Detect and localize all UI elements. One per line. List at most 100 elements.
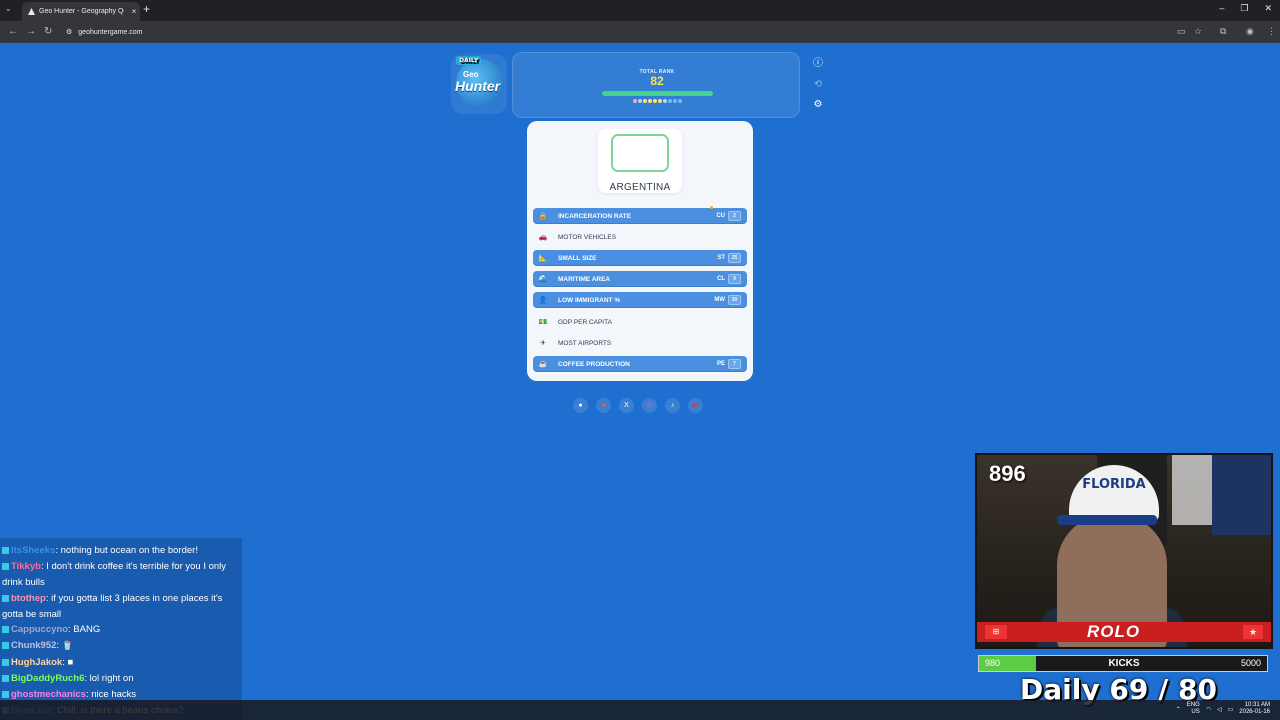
reddit-icon[interactable]: ● xyxy=(596,398,611,413)
hat-logo-text: FLORIDA xyxy=(1082,477,1146,492)
chat-text: : nice hacks xyxy=(85,689,137,700)
tray-chevron-icon[interactable]: ⌃ xyxy=(1176,706,1181,713)
category-row[interactable]: ✈ MOST AIRPORTS xyxy=(533,335,747,351)
category-rank-score: 30 xyxy=(728,295,741,305)
chat-message: Tikkyb: I don't drink coffee it's terrib… xyxy=(2,559,240,590)
category-icon: 👤 xyxy=(538,297,548,304)
clock[interactable]: 10:31 AM 2026-01-16 xyxy=(1239,702,1270,716)
forward-icon[interactable]: → xyxy=(26,26,36,37)
chat-badge-icon xyxy=(2,690,9,698)
reload-icon[interactable]: ↻ xyxy=(44,26,52,37)
chat-text: : nothing but ocean on the border! xyxy=(55,545,198,556)
url-text: geohuntergame.com xyxy=(78,28,143,36)
brand-left-icon: ⊞ xyxy=(985,625,1007,639)
extensions-icon[interactable]: ⧉ xyxy=(1220,26,1226,37)
refresh-icon[interactable]: ⟲ xyxy=(810,77,826,93)
kicks-label: KICKS xyxy=(1108,658,1140,669)
category-row[interactable]: 🌊 MARITIME AREA CL 9 xyxy=(533,271,747,287)
category-row[interactable]: 🚗 MOTOR VEHICLES xyxy=(533,229,747,245)
wall-jersey xyxy=(1212,455,1271,535)
profile-avatar[interactable]: ◉ xyxy=(1246,26,1254,37)
category-icon: 💵 xyxy=(538,319,548,326)
chat-text: : 🥤 xyxy=(56,640,74,651)
browser-tab-bar: ⌄ Geo Hunter - Geography Quiz × + – ❐ ✕ xyxy=(0,0,1280,21)
category-label: COFFEE PRODUCTION xyxy=(558,360,630,368)
chat-username: HughJakok xyxy=(11,657,63,668)
chat-message: Cappuccyno: BANG xyxy=(2,622,240,638)
assigned-country-code: MW xyxy=(714,297,725,303)
chat-text: : ■ xyxy=(62,657,74,668)
assigned-country-code: CL xyxy=(717,276,725,282)
battery-icon[interactable]: ▭ xyxy=(1228,706,1234,713)
category-row[interactable]: 📐 SMALL SIZE ST 25 xyxy=(533,250,747,266)
favicon-icon xyxy=(28,8,35,15)
category-rank-score: 2 xyxy=(728,211,741,221)
volume-icon[interactable]: ◁ xyxy=(1217,706,1222,713)
address-bar[interactable]: ⚙ geohuntergame.com xyxy=(60,24,1170,40)
category-rank-score: 7 xyxy=(728,359,741,369)
menu-icon[interactable]: ⋮ xyxy=(1267,26,1276,37)
language-indicator[interactable]: ENG US xyxy=(1187,702,1200,716)
logo-daily-badge: DAILY xyxy=(456,56,482,65)
wifi-icon[interactable]: ◠ xyxy=(1206,706,1211,713)
category-icon: 🌊 xyxy=(538,276,548,283)
info-icon[interactable]: ⓘ xyxy=(810,56,826,72)
chat-badge-icon xyxy=(2,658,9,666)
category-label: SMALL SIZE xyxy=(558,254,597,262)
tab-search-menu[interactable]: ⌄ xyxy=(5,4,12,13)
browser-tab-active[interactable]: Geo Hunter - Geography Quiz × xyxy=(22,2,140,21)
assigned-country-code: PE xyxy=(716,361,725,367)
chat-message: btothep: if you gotta list 3 places in o… xyxy=(2,591,240,622)
geo-hunter-logo[interactable]: DAILY Geo Hunter xyxy=(451,54,507,114)
site-info-icon[interactable]: ⚙ xyxy=(66,28,72,36)
chat-badge-icon xyxy=(2,546,9,554)
chat-message: Chunk952: 🥤 xyxy=(2,638,240,654)
progress-dot xyxy=(633,99,637,103)
flag-frame xyxy=(611,134,669,172)
bookmark-star-icon[interactable]: ☆ xyxy=(1194,26,1202,37)
category-icon: ☕ xyxy=(538,361,548,368)
kicks-goal: 5000 xyxy=(1240,658,1261,668)
logo-hunter-text: Hunter xyxy=(455,78,501,94)
category-icon: ✈ xyxy=(540,340,546,347)
new-tab-button[interactable]: + xyxy=(143,2,150,16)
category-icon: 🔒 xyxy=(538,213,548,220)
category-row[interactable]: 🔒 INCARCERATION RATE CU 2 xyxy=(533,206,747,224)
category-row[interactable]: 💵 GDP PER CAPITA xyxy=(533,314,747,330)
back-icon[interactable]: ← xyxy=(8,26,18,37)
chat-username: BigDaddyRuch6 xyxy=(11,673,85,684)
progress-dot xyxy=(638,99,642,103)
x-icon[interactable]: X xyxy=(619,398,634,413)
tiktok-icon[interactable]: ♪ xyxy=(665,398,680,413)
tab-title: Geo Hunter - Geography Quiz xyxy=(39,8,124,15)
minimize-button[interactable]: – xyxy=(1219,3,1224,14)
progress-dot xyxy=(653,99,657,103)
category-rank-score: 9 xyxy=(728,274,741,284)
brand-bar: ⊞ ROLO ★ xyxy=(977,622,1271,642)
chat-username: ghostmechanics xyxy=(11,689,86,700)
assigned-country-code: ST xyxy=(717,255,725,261)
category-row[interactable]: 👤 LOW IMMIGRANT % MW 30 xyxy=(533,292,747,308)
chat-message: BigDaddyRuch6: lol right on xyxy=(2,671,240,687)
chat-username: Cappuccyno xyxy=(11,624,69,635)
chat-username: btothep xyxy=(11,593,46,604)
browser-toolbar: ← → ↻ ⚙ geohuntergame.com ▭ ☆ ⧉ ◉ ⋮ xyxy=(0,21,1280,43)
close-window-button[interactable]: ✕ xyxy=(1264,3,1272,14)
social-links: ● ● X ◎ ♪ ▶ xyxy=(573,398,703,413)
settings-icon[interactable]: ⚙ xyxy=(810,97,826,113)
category-rank-score: 25 xyxy=(728,253,741,263)
game-card: ARGENTINA 🔒 INCARCERATION RATE CU 2 🚗 MOTOR V… xyxy=(527,121,753,381)
maximize-button[interactable]: ❐ xyxy=(1240,3,1248,14)
android-icon[interactable]: ● xyxy=(573,398,588,413)
instagram-icon[interactable]: ◎ xyxy=(642,398,657,413)
chat-badge-icon xyxy=(2,641,9,649)
category-icon: 🚗 xyxy=(538,234,548,241)
stream-chat-overlay: ItsSheeks: nothing but ocean on the bord… xyxy=(0,538,242,720)
progress-dot xyxy=(673,99,677,103)
youtube-icon[interactable]: ▶ xyxy=(688,398,703,413)
install-app-icon[interactable]: ▭ xyxy=(1177,26,1186,37)
category-row[interactable]: ☕ COFFEE PRODUCTION PE 7 xyxy=(533,356,747,372)
country-display: ARGENTINA xyxy=(598,129,682,193)
country-name: ARGENTINA xyxy=(609,182,671,193)
tab-close-icon[interactable]: × xyxy=(128,7,140,16)
